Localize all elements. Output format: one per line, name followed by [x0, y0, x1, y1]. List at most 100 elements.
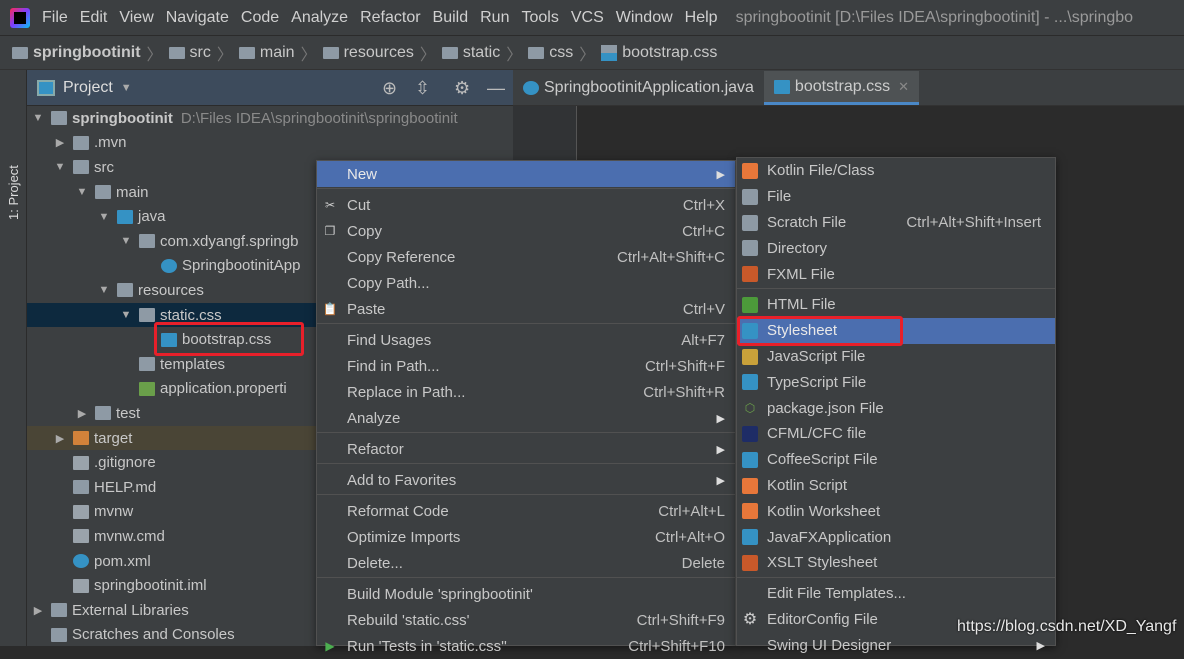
tree-item-label: .mvn: [94, 134, 127, 152]
menu-item-file[interactable]: File: [737, 184, 1055, 210]
menu-item-new[interactable]: New ▶: [317, 161, 735, 187]
chevron-down-icon[interactable]: ▼: [121, 82, 132, 94]
menu-item-copy[interactable]: ❐ Copy Ctrl+C: [317, 218, 735, 244]
menu-item-scratch-file[interactable]: Scratch File Ctrl+Alt+Shift+Insert: [737, 210, 1055, 236]
menu-item-label: Build Module 'springbootinit': [347, 585, 533, 603]
menu-item-label: Cut: [347, 196, 371, 214]
menu-item-kotlin-file-class[interactable]: Kotlin File/Class: [737, 158, 1055, 184]
expanded-arrow-icon[interactable]: ▼: [119, 309, 133, 321]
shortcut: Ctrl+Shift+F: [644, 357, 725, 375]
menu-item-add-to-favorites[interactable]: Add to Favorites ▶: [317, 467, 735, 493]
menu-item-label: Optimize Imports: [347, 528, 461, 546]
collapse-all-icon[interactable]: ⇳: [415, 78, 430, 99]
menu-help[interactable]: Help: [685, 9, 718, 27]
breadcrumb-label: src: [189, 43, 211, 61]
menu-item-cut[interactable]: ✂ Cut Ctrl+X: [317, 192, 735, 218]
tab-springbootinit-application[interactable]: SpringbootinitApplication.java: [513, 71, 764, 105]
submenu-arrow-icon: ▶: [716, 443, 725, 456]
menu-item-find-in-path[interactable]: Find in Path... Ctrl+Shift+F: [317, 353, 735, 379]
menu-item-delete[interactable]: Delete... Delete: [317, 550, 735, 576]
menu-tools[interactable]: Tools: [521, 9, 558, 27]
menu-item-replace-in-path[interactable]: Replace in Path... Ctrl+Shift+R: [317, 379, 735, 405]
menu-item-copy-path[interactable]: Copy Path...: [317, 270, 735, 296]
menu-item-javascript-file[interactable]: JavaScript File: [737, 344, 1055, 370]
expanded-arrow-icon[interactable]: ▼: [53, 161, 67, 173]
breadcrumb-item[interactable]: springbootinit 〉: [12, 41, 169, 65]
expanded-arrow-icon[interactable]: ▼: [75, 186, 89, 198]
menu-navigate[interactable]: Navigate: [166, 9, 229, 27]
menu-item-optimize-imports[interactable]: Optimize Imports Ctrl+Alt+O: [317, 524, 735, 550]
menu-item-find-usages[interactable]: Find Usages Alt+F7: [317, 327, 735, 353]
panel-title[interactable]: Project: [63, 79, 113, 97]
menu-file[interactable]: File: [42, 9, 68, 27]
menu-item-run-tests-in-static-css[interactable]: ▶ Run 'Tests in 'static.css'' Ctrl+Shift+F…: [317, 633, 735, 659]
close-icon[interactable]: ✕: [898, 79, 909, 95]
tab-bootstrap-css[interactable]: bootstrap.css ✕: [763, 71, 919, 105]
menu-item-kotlin-script[interactable]: Kotlin Script: [737, 473, 1055, 499]
menu-item-html-file[interactable]: HTML File: [737, 292, 1055, 318]
breadcrumb-item[interactable]: static 〉: [441, 41, 528, 65]
expanded-arrow-icon[interactable]: ▼: [119, 235, 133, 247]
spring-class-icon: [161, 258, 177, 273]
html-icon: [742, 296, 758, 313]
shortcut: Ctrl+V: [682, 300, 725, 318]
collapsed-arrow-icon[interactable]: ▶: [53, 432, 67, 445]
menu-item-copy-reference[interactable]: Copy Reference Ctrl+Alt+Shift+C: [317, 244, 735, 270]
menu-item-label: Rebuild 'static.css': [347, 611, 470, 629]
menu-item-reformat-code[interactable]: Reformat Code Ctrl+Alt+L: [317, 498, 735, 524]
menu-item-xslt-stylesheet[interactable]: XSLT Stylesheet: [737, 550, 1055, 576]
menu-item-edit-file-templates[interactable]: Edit File Templates...: [737, 581, 1055, 607]
folder-icon: [441, 46, 458, 59]
ts-icon: [742, 374, 758, 391]
collapsed-arrow-icon[interactable]: ▶: [53, 136, 67, 149]
project-tool-button[interactable]: 1: Project: [6, 165, 21, 220]
menu-item-analyze[interactable]: Analyze ▶: [317, 405, 735, 431]
menu-item-typescript-file[interactable]: TypeScript File: [737, 369, 1055, 395]
menu-edit[interactable]: Edit: [80, 9, 108, 27]
menu-item-swing-ui-designer[interactable]: Swing UI Designer ▶: [737, 632, 1055, 658]
menu-item-build-module-springbootinit[interactable]: Build Module 'springbootinit': [317, 581, 735, 607]
tree-item[interactable]: ▼ springbootinit D:\Files IDEA\springbooti…: [27, 106, 513, 131]
menu-item-paste[interactable]: 📋 Paste Ctrl+V: [317, 296, 735, 322]
clipboard-icon: 📋: [322, 302, 338, 316]
menu-item-label: Kotlin Script: [767, 476, 848, 494]
menu-item-rebuild-static-css[interactable]: Rebuild 'static.css' Ctrl+Shift+F9: [317, 607, 735, 633]
menu-item-fxml-file[interactable]: FXML File: [737, 261, 1055, 287]
collapsed-arrow-icon[interactable]: ▶: [31, 604, 45, 617]
tree-item-label: Scratches and Consoles: [72, 626, 235, 644]
breadcrumb-item[interactable]: main 〉: [238, 41, 323, 65]
menu-vcs[interactable]: VCS: [571, 9, 604, 27]
menu-window[interactable]: Window: [616, 9, 673, 27]
breadcrumb-item[interactable]: src 〉: [168, 41, 239, 65]
menu-build[interactable]: Build: [433, 9, 469, 27]
menu-item-cfml-cfc-file[interactable]: CFML/CFC file: [737, 421, 1055, 447]
kotlin-icon: [742, 477, 758, 494]
menu-view[interactable]: View: [119, 9, 153, 27]
menu-analyze[interactable]: Analyze: [291, 9, 348, 27]
breadcrumb-item[interactable]: bootstrap.css: [601, 44, 717, 62]
menu-item-stylesheet[interactable]: Stylesheet: [737, 315, 1055, 346]
menu-item-coffeescript-file[interactable]: CoffeeScript File: [737, 447, 1055, 473]
menu-refactor[interactable]: Refactor: [360, 9, 420, 27]
menu-run[interactable]: Run: [480, 9, 509, 27]
menu-code[interactable]: Code: [241, 9, 279, 27]
project-panel-header: Project ▼ ⊕ ⇳ ⚙ —: [27, 70, 513, 106]
locate-icon[interactable]: ⊕: [382, 78, 397, 99]
menu-item-directory[interactable]: Directory: [737, 235, 1055, 261]
menu-item-javafxapplication[interactable]: JavaFXApplication: [737, 524, 1055, 550]
breadcrumb-item[interactable]: resources 〉: [322, 41, 442, 65]
expanded-arrow-icon[interactable]: ▼: [31, 112, 45, 124]
menu-item-refactor[interactable]: Refactor ▶: [317, 436, 735, 462]
gear-icon[interactable]: ⚙: [454, 78, 470, 99]
collapsed-arrow-icon[interactable]: ▶: [75, 407, 89, 420]
tree-item[interactable]: ▶ .mvn: [27, 131, 513, 156]
breadcrumb-item[interactable]: css 〉: [528, 41, 601, 65]
css-file-icon: [773, 79, 790, 94]
tab-label: bootstrap.css: [794, 77, 891, 95]
expanded-arrow-icon[interactable]: ▼: [97, 284, 111, 296]
expanded-arrow-icon[interactable]: ▼: [97, 211, 111, 223]
menu-item-kotlin-worksheet[interactable]: Kotlin Worksheet: [737, 498, 1055, 524]
menu-item-package-json-file[interactable]: ⬡ package.json File: [737, 395, 1055, 421]
intellij-logo-icon: [10, 7, 30, 28]
hide-icon[interactable]: —: [487, 78, 505, 99]
